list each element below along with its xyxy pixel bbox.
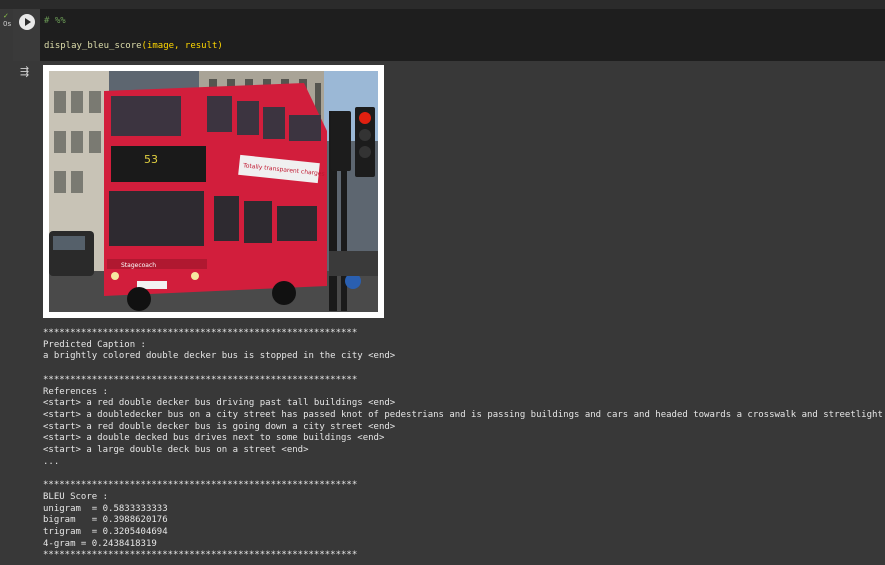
bleu-score-label: BLEU Score : — [43, 491, 109, 502]
output-text: ****************************************… — [43, 328, 883, 562]
run-cell-button[interactable] — [13, 9, 40, 61]
reference-line: <start> a red double decker bus driving … — [43, 398, 396, 409]
reference-line: <start> a red double decker bus is going… — [43, 421, 396, 432]
route-number: 53 — [144, 153, 158, 166]
bus-photo: 53 Totally transparent charges Stagecoac… — [49, 71, 378, 312]
check-icon: ✓ — [3, 12, 9, 20]
output-toggle-icon[interactable]: ⇶ — [20, 66, 32, 78]
reference-line: <start> a doubledecker bus on a city str… — [43, 409, 885, 420]
references-label: References : — [43, 386, 109, 397]
separator: ****************************************… — [43, 550, 358, 561]
code-cell-editor[interactable]: # %% display_bleu_score(image, result) — [40, 9, 885, 61]
separator: ****************************************… — [43, 480, 358, 491]
top-bar — [0, 0, 885, 9]
output-image: 53 Totally transparent charges Stagecoac… — [43, 65, 384, 318]
reference-line: <start> a double decked bus drives next … — [43, 433, 385, 444]
code-function: display_bleu_score — [44, 41, 142, 51]
references-ellipsis: ... — [43, 456, 60, 467]
reference-line: <start> a large double deck bus on a str… — [43, 445, 309, 456]
separator: ****************************************… — [43, 328, 358, 338]
bus-illustration: 53 Totally transparent charges Stagecoac… — [49, 71, 378, 312]
play-icon[interactable] — [19, 14, 35, 30]
code-comment: # %% — [44, 16, 66, 26]
bleu-bigram: bigram = 0.3988620176 — [43, 515, 168, 526]
bleu-unigram: unigram = 0.5833333333 — [43, 503, 168, 514]
bus-brand: Stagecoach — [121, 262, 156, 269]
bleu-trigram: trigram = 0.3205404694 — [43, 526, 168, 537]
predicted-caption: a brightly colored double decker bus is … — [43, 351, 396, 362]
code-line-1: # %% — [44, 16, 66, 26]
code-args: (image, result) — [141, 41, 223, 51]
separator: ****************************************… — [43, 374, 358, 385]
bleu-4gram: 4-gram = 0.2438418319 — [43, 538, 157, 549]
predicted-caption-label: Predicted Caption : — [43, 339, 146, 350]
code-line-2: display_bleu_score(image, result) — [44, 41, 223, 51]
